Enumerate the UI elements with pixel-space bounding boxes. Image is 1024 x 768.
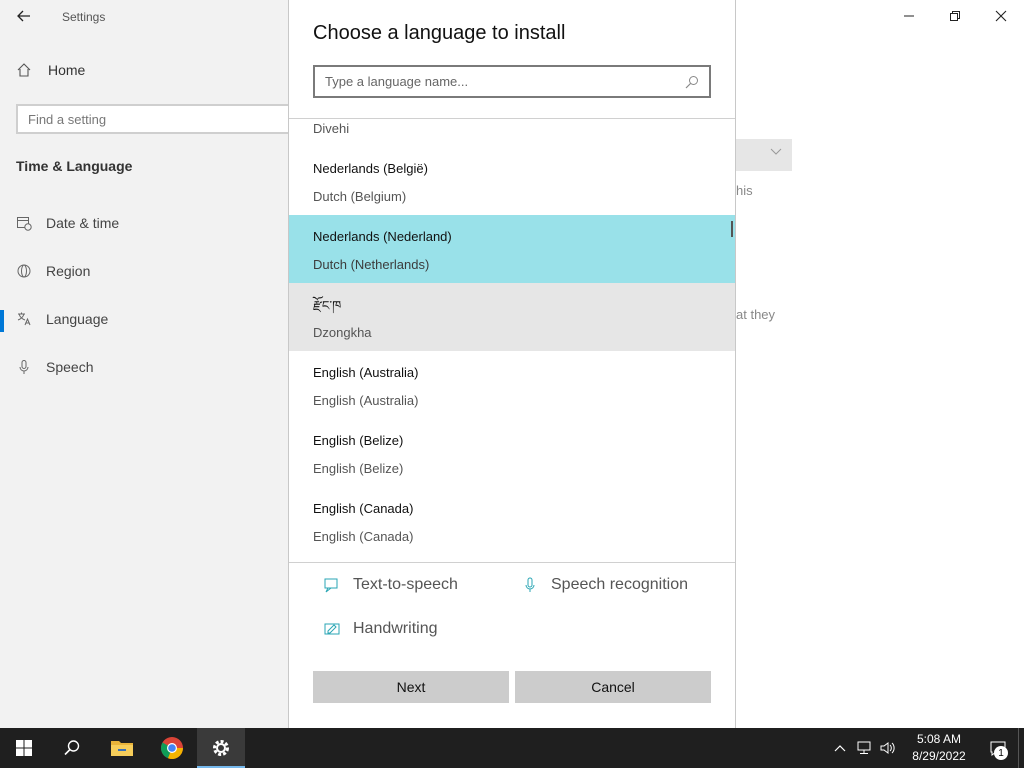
language-search-box[interactable] xyxy=(313,65,711,98)
feature-handwriting: Handwriting xyxy=(323,620,437,638)
section-title: Time & Language xyxy=(16,158,133,174)
language-english-name: Dzongkha xyxy=(313,325,372,340)
nav-home-label: Home xyxy=(48,62,86,78)
clock-time: 5:08 AM xyxy=(916,732,962,746)
network-icon[interactable] xyxy=(852,728,876,768)
language-english-name: English (Belize) xyxy=(313,461,404,476)
home-icon xyxy=(16,62,32,78)
language-native-name: English (Canada) xyxy=(313,501,414,516)
list-item[interactable]: English (Belize) English (Belize) xyxy=(289,419,735,487)
list-item[interactable]: English (Canada) English (Canada) xyxy=(289,487,735,555)
background-dropdown xyxy=(736,139,792,171)
minimize-icon[interactable] xyxy=(886,0,932,32)
nav-language-label: Language xyxy=(46,311,109,327)
nav-region-label: Region xyxy=(46,263,91,279)
feature-speech-recognition: Speech recognition xyxy=(521,576,688,594)
language-native-name: Nederlands (Nederland) xyxy=(313,229,452,244)
nav-date-time[interactable]: Date & time xyxy=(16,215,119,231)
find-setting-input[interactable]: Find a setting xyxy=(16,104,306,134)
nav-language[interactable]: Language xyxy=(16,311,108,327)
start-icon[interactable] xyxy=(0,728,48,768)
globe-icon xyxy=(16,263,32,279)
text-to-speech-icon xyxy=(323,576,341,594)
language-native-name: Nederlands (België) xyxy=(313,161,428,176)
microphone-icon xyxy=(521,576,539,594)
language-native-name: རྫོང་ཁ xyxy=(313,298,342,313)
language-native-name: English (Belize) xyxy=(313,433,404,448)
nav-speech-label: Speech xyxy=(46,359,94,375)
settings-main-content: his at they xyxy=(736,0,1024,728)
list-item[interactable]: English (Australia) English (Australia) xyxy=(289,351,735,419)
nav-home[interactable]: Home xyxy=(16,62,85,78)
calendar-clock-icon xyxy=(16,215,32,231)
nav-date-time-label: Date & time xyxy=(46,215,120,231)
notification-badge: 1 xyxy=(994,746,1008,760)
settings-gear-icon[interactable] xyxy=(197,728,245,768)
chrome-icon[interactable] xyxy=(148,728,196,768)
language-search-input[interactable] xyxy=(325,74,685,89)
language-english-name: English (Canada) xyxy=(313,529,414,544)
language-english-name: English (Australia) xyxy=(313,393,419,408)
feature-text-to-speech: Text-to-speech xyxy=(323,576,458,594)
system-tray: 5:08 AM 8/29/2022 1 xyxy=(828,728,1024,768)
clock[interactable]: 5:08 AM 8/29/2022 xyxy=(900,731,978,765)
language-icon xyxy=(16,311,32,327)
back-arrow-icon[interactable] xyxy=(12,4,36,28)
language-native-name: English (Australia) xyxy=(313,365,419,380)
settings-sidebar: Settings Home Find a setting Time & Lang… xyxy=(0,0,306,728)
window-title: Settings xyxy=(62,10,106,24)
list-scrollbar[interactable] xyxy=(731,221,733,237)
language-english-name: Dutch (Belgium) xyxy=(313,189,407,204)
chevron-up-icon[interactable] xyxy=(828,728,852,768)
next-button[interactable]: Next xyxy=(313,671,509,703)
language-english-name: Dutch (Netherlands) xyxy=(313,257,430,272)
list-item-selected[interactable]: Nederlands (Nederland) Dutch (Netherland… xyxy=(289,215,735,283)
background-text: at they xyxy=(736,307,776,322)
language-list[interactable]: Divehi Nederlands (België) Dutch (Belgiu… xyxy=(289,119,735,562)
choose-language-dialog: Choose a language to install Divehi Nede… xyxy=(288,0,736,728)
background-text: his xyxy=(736,183,753,198)
notification-icon[interactable]: 1 xyxy=(978,728,1018,768)
close-icon[interactable] xyxy=(978,0,1024,32)
clock-date: 8/29/2022 xyxy=(912,749,966,763)
nav-region[interactable]: Region xyxy=(16,263,90,279)
cancel-button[interactable]: Cancel xyxy=(515,671,711,703)
restore-icon[interactable] xyxy=(932,0,978,32)
search-icon[interactable] xyxy=(685,75,699,89)
show-desktop-button[interactable] xyxy=(1018,728,1024,768)
search-icon[interactable] xyxy=(48,728,96,768)
active-nav-indicator xyxy=(0,310,4,332)
chevron-down-icon xyxy=(770,147,782,159)
feature-label: Text-to-speech xyxy=(353,576,458,593)
feature-label: Handwriting xyxy=(353,620,438,637)
microphone-icon xyxy=(16,359,32,375)
find-setting-placeholder: Find a setting xyxy=(28,111,107,127)
taskbar: 5:08 AM 8/29/2022 1 xyxy=(0,728,1024,768)
volume-icon[interactable] xyxy=(876,728,900,768)
feature-label: Speech recognition xyxy=(551,576,688,593)
handwriting-icon xyxy=(323,620,341,638)
nav-speech[interactable]: Speech xyxy=(16,359,93,375)
dialog-title: Choose a language to install xyxy=(313,22,566,44)
divider xyxy=(289,562,735,563)
window-controls xyxy=(886,0,1024,32)
list-item[interactable]: Nederlands (België) Dutch (Belgium) xyxy=(289,147,735,215)
file-explorer-icon[interactable] xyxy=(98,728,146,768)
list-item[interactable]: Divehi xyxy=(313,121,349,136)
list-item-hovered[interactable]: རྫོང་ཁ Dzongkha xyxy=(289,283,735,351)
